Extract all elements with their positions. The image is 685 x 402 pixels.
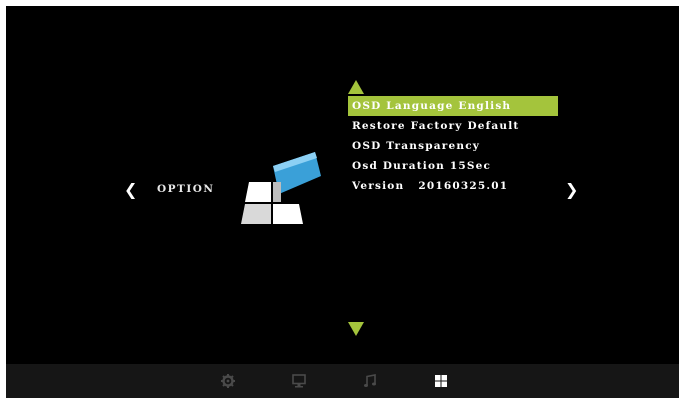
- monitor-icon[interactable]: [292, 374, 306, 388]
- menu-item-restore-factory-default[interactable]: Restore Factory Default: [348, 116, 558, 136]
- next-category-arrow-icon[interactable]: ❯: [565, 182, 578, 198]
- scroll-up-arrow-icon[interactable]: [348, 80, 364, 94]
- option-tiles-icon: [241, 152, 321, 224]
- option-menu: OSD Language English Restore Factory Def…: [348, 96, 558, 196]
- gear-icon[interactable]: [221, 374, 235, 388]
- previous-category-arrow-icon[interactable]: ❮: [124, 182, 137, 198]
- grid-icon[interactable]: [434, 374, 448, 388]
- scroll-down-arrow-icon[interactable]: [348, 322, 364, 336]
- menu-item-osd-duration[interactable]: Osd Duration 15Sec: [348, 156, 558, 176]
- bottom-navigation-bar: [6, 364, 679, 398]
- osd-screen: ❮ OPTION OSD Language English Restore Fa…: [6, 6, 679, 398]
- section-title: OPTION: [157, 183, 215, 195]
- menu-item-version: Version 20160325.01: [348, 176, 558, 196]
- menu-item-osd-language[interactable]: OSD Language English: [348, 96, 558, 116]
- menu-item-osd-transparency[interactable]: OSD Transparency: [348, 136, 558, 156]
- version-value: 20160325.01: [418, 180, 509, 192]
- music-note-icon[interactable]: [363, 374, 377, 388]
- version-label: Version: [352, 180, 405, 192]
